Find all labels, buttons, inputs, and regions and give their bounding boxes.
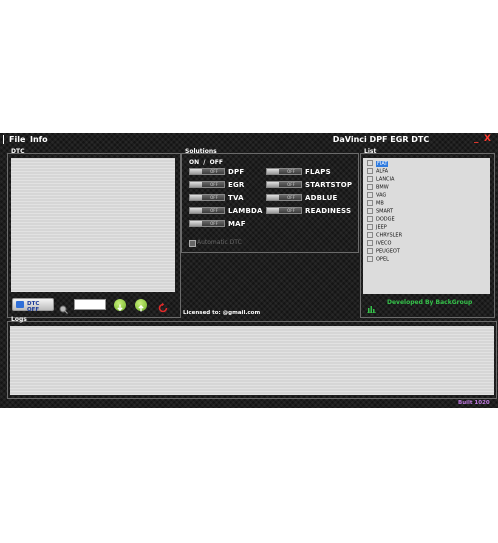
zoom-icon[interactable] [59, 299, 68, 314]
dtc-off-button[interactable]: DTC OFF [12, 298, 54, 313]
startstop-toggle[interactable]: OFF [266, 181, 302, 188]
developed-by-label: Developed By BackGroup [387, 299, 473, 306]
adblue-toggle-state: OFF [287, 195, 295, 200]
licensed-text: Licensed to: @gmail.com [183, 310, 261, 316]
automatic-dtc-label: Automatic DTC [197, 239, 242, 246]
dtc-off-icon [16, 301, 24, 308]
startstop-label: STARTSTOP [305, 181, 353, 189]
app-window: File Info DaVinci DPF EGR DTC _ X DTC DT… [0, 133, 498, 408]
egr-toggle-state: OFF [210, 182, 218, 187]
minimize-button[interactable]: _ [474, 134, 479, 144]
flaps-toggle[interactable]: OFF [266, 168, 302, 175]
solutions-group: Solutions ON / OFF OFF DPF OFF EGR OFF T… [181, 148, 359, 253]
readiness-toggle[interactable]: OFF [266, 207, 302, 214]
list-item[interactable]: IVECO [367, 240, 391, 247]
flaps-toggle-state: OFF [287, 169, 295, 174]
upload-button[interactable] [135, 299, 147, 312]
refresh-icon [158, 302, 168, 313]
list-item[interactable]: FIAT [367, 160, 389, 167]
maf-label: MAF [228, 220, 246, 228]
automatic-dtc-checkbox[interactable] [189, 240, 196, 247]
list-item[interactable]: VAG [367, 192, 386, 199]
readiness-label: READINESS [305, 207, 352, 215]
dpf-label: DPF [228, 168, 245, 176]
dtc-list[interactable] [11, 158, 175, 292]
list-item[interactable]: BMW [367, 184, 389, 191]
list-item[interactable]: LANCIA [367, 176, 394, 183]
menu-file[interactable]: File [9, 135, 25, 144]
menu-info[interactable]: Info [30, 135, 48, 144]
tva-toggle[interactable]: OFF [189, 194, 225, 201]
build-label: Built 1020 [458, 400, 490, 406]
on-off-header: ON / OFF [189, 159, 223, 166]
logs-group-title: Logs [11, 316, 27, 323]
egr-label: EGR [228, 181, 245, 189]
readiness-toggle-state: OFF [287, 208, 295, 213]
list-item[interactable]: ALFA [367, 168, 388, 175]
list-group: List FIAT ALFA LANCIA BMW VAG MB SMART D… [360, 148, 495, 318]
maf-toggle-state: OFF [210, 221, 218, 226]
lambda-toggle[interactable]: OFF [189, 207, 225, 214]
download-button[interactable] [114, 299, 126, 312]
dtc-group-title: DTC [11, 148, 25, 155]
close-button[interactable]: X [484, 134, 491, 144]
solutions-group-title: Solutions [185, 148, 217, 155]
tva-toggle-state: OFF [210, 195, 218, 200]
dpf-toggle[interactable]: OFF [189, 168, 225, 175]
dtc-off-label: DTC OFF [27, 301, 40, 313]
flaps-label: FLAPS [305, 168, 331, 176]
list-item[interactable]: PEUGEOT [367, 248, 400, 255]
list-item[interactable]: SMART [367, 208, 393, 215]
lambda-toggle-state: OFF [210, 208, 218, 213]
window-title: DaVinci DPF EGR DTC [332, 135, 430, 144]
lambda-label: LAMBDA [228, 207, 263, 215]
egr-toggle[interactable]: OFF [189, 181, 225, 188]
logs-area[interactable] [10, 326, 494, 395]
logs-group: Logs [7, 316, 497, 399]
list-item[interactable]: OPEL [367, 256, 389, 263]
list-item[interactable]: MB [367, 200, 384, 207]
refresh-button[interactable] [157, 299, 169, 313]
download-icon [117, 304, 123, 312]
brand-list[interactable]: FIAT ALFA LANCIA BMW VAG MB SMART DODGE … [363, 158, 490, 294]
list-item[interactable]: DODGE [367, 216, 395, 223]
dtc-code-input[interactable] [74, 299, 106, 310]
title-bar: File Info DaVinci DPF EGR DTC _ X [0, 133, 498, 147]
upload-icon [138, 304, 144, 312]
adblue-label: ADBLUE [305, 194, 338, 202]
list-item[interactable]: JEEP [367, 224, 387, 231]
dpf-toggle-state: OFF [210, 169, 218, 174]
list-item[interactable]: CHRYSLER [367, 232, 402, 239]
window-border-mark [3, 135, 4, 144]
dtc-group: DTC DTC OFF [7, 148, 181, 318]
maf-toggle[interactable]: OFF [189, 220, 225, 227]
chart-icon [367, 298, 376, 317]
tva-label: TVA [228, 194, 244, 202]
list-group-title: List [364, 148, 377, 155]
startstop-toggle-state: OFF [287, 182, 295, 187]
adblue-toggle[interactable]: OFF [266, 194, 302, 201]
